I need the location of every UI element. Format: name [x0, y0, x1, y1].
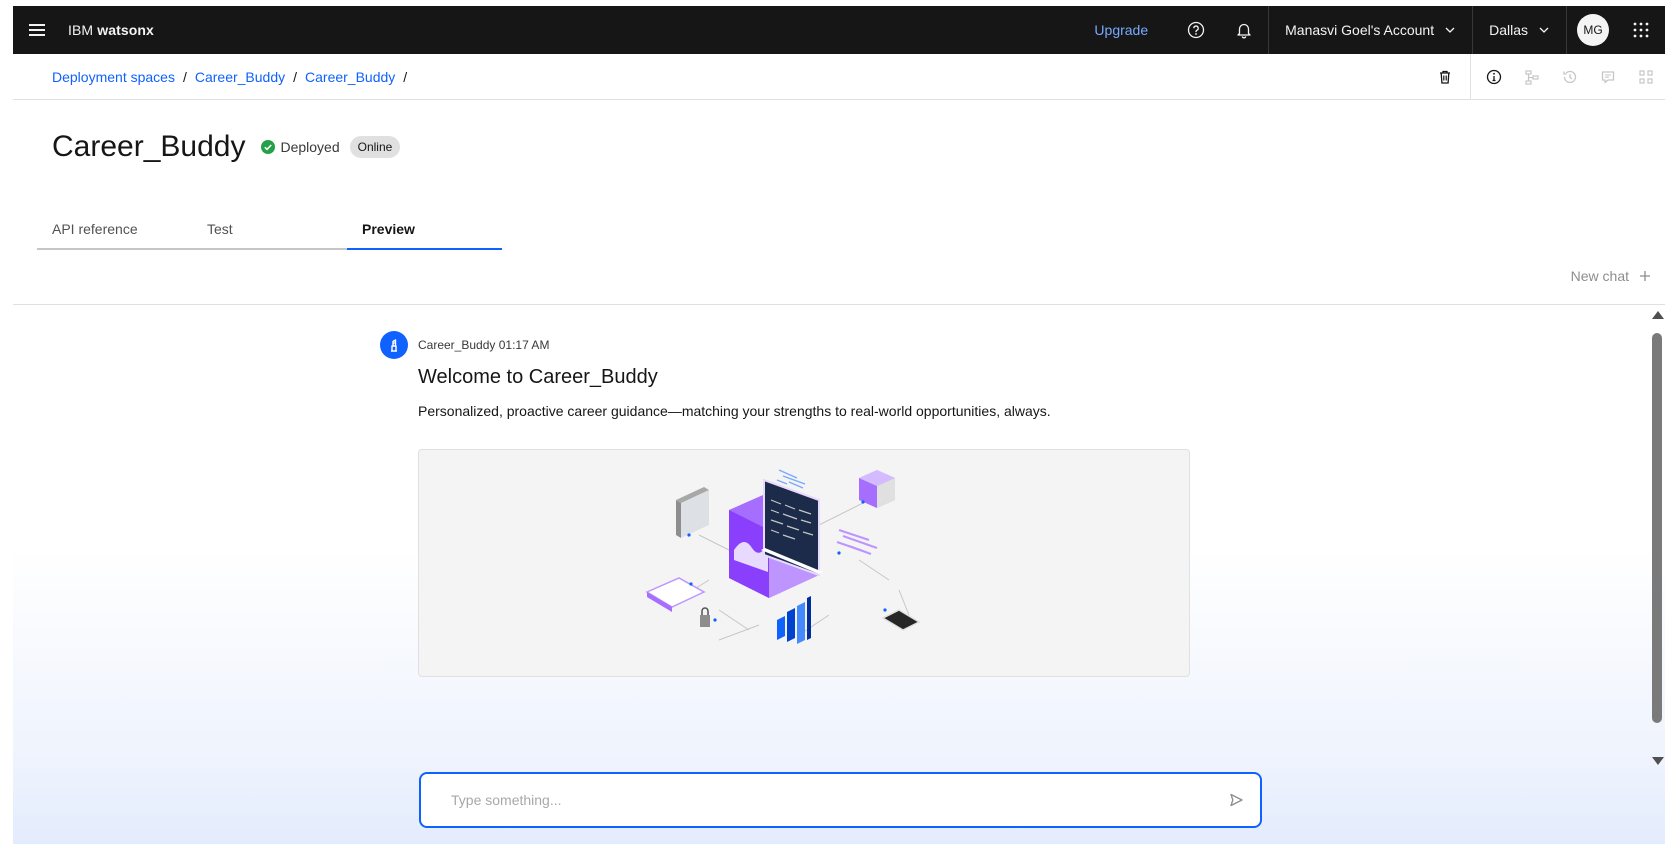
breadcrumb-deployment-spaces[interactable]: Deployment spaces — [52, 69, 175, 85]
send-icon — [1230, 793, 1243, 807]
account-switcher[interactable]: Manasvi Goel's Account — [1268, 6, 1474, 54]
user-avatar[interactable]: MG — [1577, 14, 1609, 46]
chat-scrollbar[interactable] — [1649, 305, 1665, 844]
product-brand[interactable]: IBM watsonx — [68, 22, 154, 38]
breadcrumb-bar: Deployment spaces / Career_Buddy / Caree… — [13, 54, 1665, 100]
page-actions — [1426, 54, 1665, 100]
bot-avatar-icon — [380, 331, 408, 359]
notification-bell-icon[interactable] — [1220, 6, 1268, 54]
folder-shape — [676, 487, 709, 538]
tab-api-reference[interactable]: API reference — [37, 210, 192, 250]
history-icon[interactable] — [1551, 54, 1589, 100]
scrollbar-thumb[interactable] — [1652, 333, 1662, 723]
brand-product: watsonx — [97, 22, 154, 38]
scroll-up-arrow-icon[interactable] — [1652, 311, 1664, 319]
tab-preview[interactable]: Preview — [347, 210, 502, 250]
lock-shape — [700, 607, 710, 627]
breadcrumb-separator: / — [182, 68, 187, 85]
monitor-shape — [729, 478, 823, 598]
message-author: Career_Buddy — [418, 338, 496, 352]
scroll-down-arrow-icon[interactable] — [1652, 757, 1664, 765]
bot-message: Career_Buddy 01:17 AM Welcome to Career_… — [380, 331, 1198, 677]
welcome-description: Personalized, proactive career guidance—… — [418, 403, 1051, 419]
structure-icon[interactable] — [1627, 54, 1665, 100]
region-switcher[interactable]: Dallas — [1473, 6, 1567, 54]
chevron-down-icon — [1445, 27, 1455, 33]
tab-list: API reference Test Preview — [37, 210, 502, 250]
top-navigation-bar: IBM watsonx Upgrade Manasvi Goel's Accou… — [13, 6, 1665, 54]
welcome-title: Welcome to Career_Buddy — [418, 366, 658, 388]
app-switcher-icon[interactable] — [1617, 6, 1665, 54]
page-header: Career_Buddy Deployed Online — [52, 130, 401, 164]
chevron-down-icon — [1539, 27, 1549, 33]
breadcrumb-separator: / — [403, 68, 408, 85]
help-icon[interactable] — [1172, 6, 1220, 54]
isometric-data-illustration — [645, 469, 921, 644]
document-shape — [645, 577, 706, 612]
phone-shape — [881, 609, 921, 631]
add-icon — [1640, 271, 1650, 281]
page-title: Career_Buddy — [52, 130, 246, 163]
breadcrumb-deployment[interactable]: Career_Buddy — [305, 69, 395, 85]
menu-icon[interactable] — [13, 6, 61, 54]
message-time: 01:17 AM — [498, 338, 550, 352]
information-icon[interactable] — [1475, 54, 1513, 100]
account-label: Manasvi Goel's Account — [1285, 22, 1435, 38]
send-button[interactable] — [1212, 774, 1260, 826]
tab-test[interactable]: Test — [192, 210, 347, 250]
flow-icon[interactable] — [1513, 54, 1551, 100]
new-chat-label: New chat — [1570, 268, 1629, 284]
chat-input-container — [419, 772, 1262, 828]
checkmark-filled-icon — [261, 140, 276, 154]
message-meta: Career_Buddy 01:17 AM — [418, 338, 1198, 352]
brand-prefix: IBM — [68, 22, 94, 38]
comment-icon[interactable] — [1589, 54, 1627, 100]
deployment-status: Deployed — [261, 139, 340, 155]
region-label: Dallas — [1489, 22, 1528, 38]
divider — [1470, 54, 1471, 100]
page: IBM watsonx Upgrade Manasvi Goel's Accou… — [0, 0, 1665, 844]
left-margin — [0, 0, 13, 844]
chat-input[interactable] — [451, 774, 1212, 826]
upgrade-link[interactable]: Upgrade — [1070, 6, 1172, 54]
breadcrumb-separator: / — [293, 68, 298, 85]
status-label: Deployed — [280, 139, 340, 155]
breadcrumb-space[interactable]: Career_Buddy — [195, 69, 285, 85]
bar-chart-shape — [777, 596, 811, 644]
breadcrumb: Deployment spaces / Career_Buddy / Caree… — [52, 69, 407, 85]
delete-icon[interactable] — [1426, 54, 1464, 100]
status-badge: Online — [349, 136, 401, 158]
welcome-illustration — [418, 449, 1190, 677]
new-chat-button[interactable]: New chat — [1571, 268, 1651, 284]
chat-panel: Career_Buddy 01:17 AM Welcome to Career_… — [13, 304, 1665, 844]
